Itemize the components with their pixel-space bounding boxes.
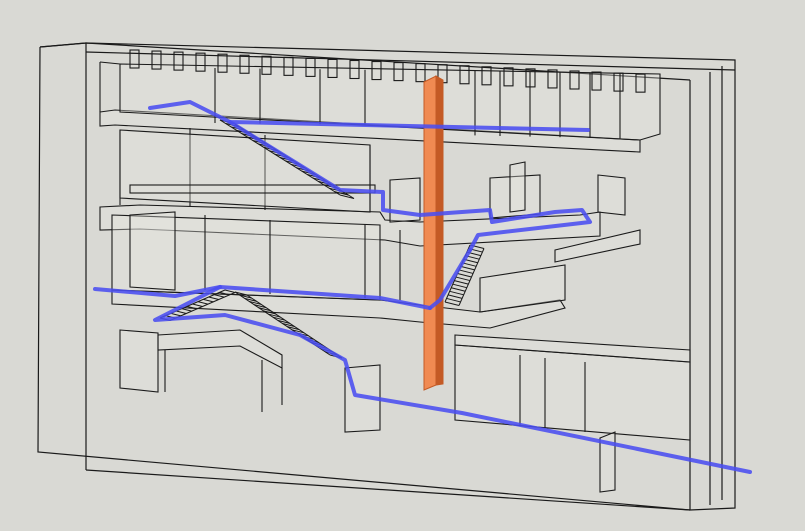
lower-floor-wall [129, 211, 176, 291]
column-side [435, 75, 444, 386]
column-front [423, 75, 437, 391]
mid-partition-block [597, 174, 626, 216]
mid-partition-block [509, 161, 526, 213]
mid-floor-glazing [119, 129, 371, 213]
model-viewport[interactable] [0, 0, 805, 531]
building-section-model [0, 0, 805, 531]
vertical-core-column-icon [423, 75, 444, 391]
ground-floor-wall [119, 329, 159, 393]
